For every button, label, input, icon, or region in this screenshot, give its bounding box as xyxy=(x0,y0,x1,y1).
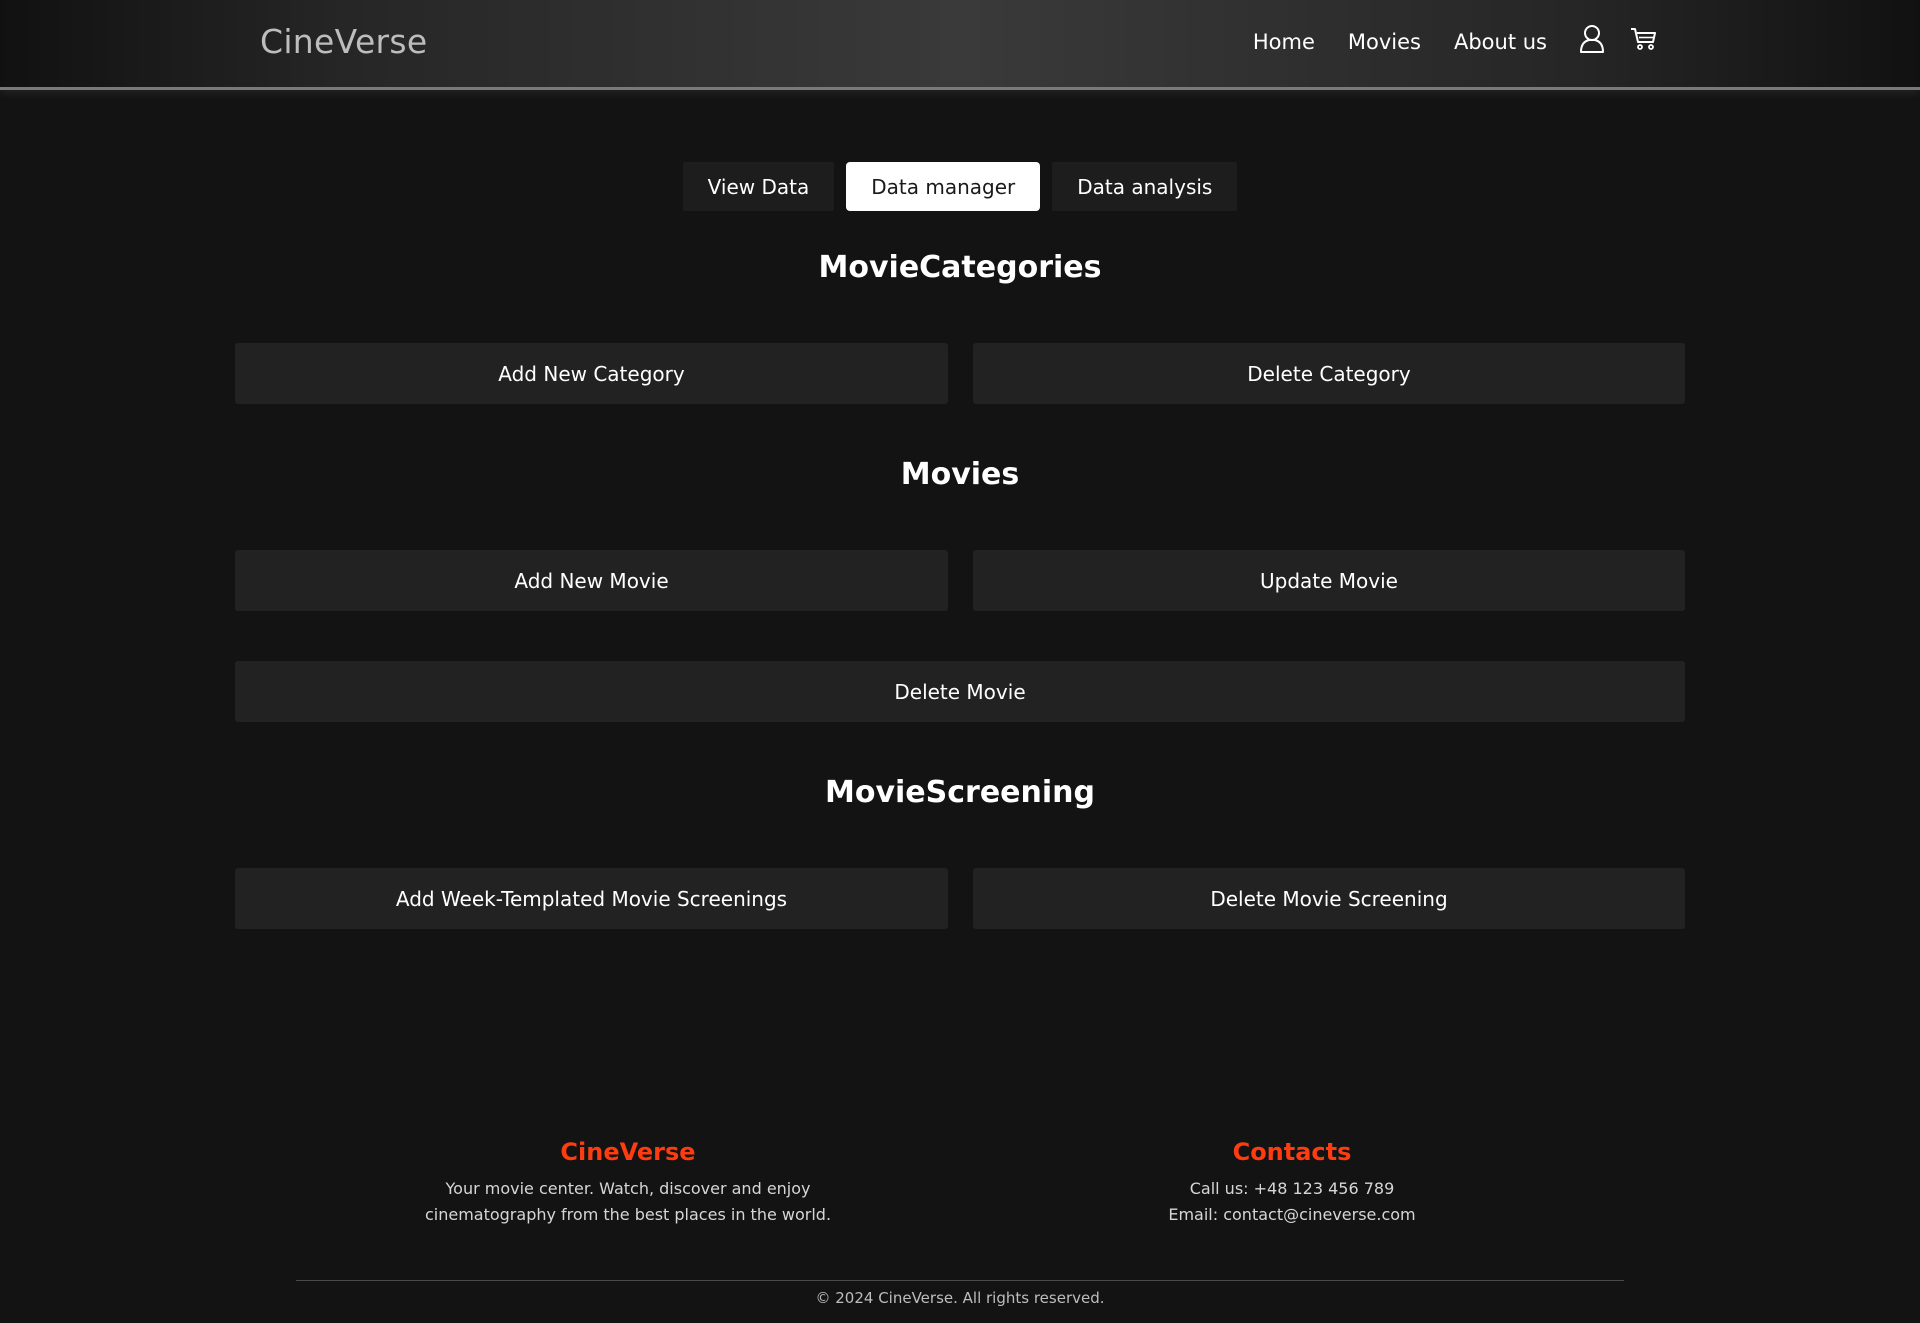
tab-view-data[interactable]: View Data xyxy=(682,162,835,211)
section-title-screening: MovieScreening xyxy=(825,775,1095,810)
section-title-movies: Movies xyxy=(900,457,1020,492)
nav-home-link[interactable]: Home xyxy=(1253,30,1315,54)
tab-data-manager[interactable]: Data manager xyxy=(846,162,1041,211)
footer-brand-text-1: Your movie center. Watch, discover and e… xyxy=(445,1179,811,1198)
user-icon[interactable] xyxy=(1579,24,1605,58)
site-header: CineVerse Home Movies About us xyxy=(0,0,1920,90)
tab-data-analysis[interactable]: Data analysis xyxy=(1052,162,1238,211)
footer-phone: Call us: +48 123 456 789 xyxy=(1189,1179,1395,1198)
add-screenings-button[interactable]: Add Week-Templated Movie Screenings xyxy=(235,868,948,929)
footer-contacts-title: Contacts xyxy=(1232,1138,1352,1166)
footer-divider xyxy=(296,1280,1624,1281)
footer-brand: CineVerse Your movie center. Watch, disc… xyxy=(378,1138,878,1228)
site-logo[interactable]: CineVerse xyxy=(260,22,428,61)
main-nav: Home Movies About us xyxy=(1253,30,1547,54)
section-title-categories: MovieCategories xyxy=(818,250,1102,285)
nav-about-link[interactable]: About us xyxy=(1454,30,1547,54)
footer-brand-title: CineVerse xyxy=(560,1138,696,1166)
add-movie-button[interactable]: Add New Movie xyxy=(235,550,948,611)
footer-email: Email: contact@cineverse.com xyxy=(1168,1205,1416,1224)
header-icons xyxy=(1579,24,1658,58)
data-tabs: View Data Data manager Data analysis xyxy=(0,162,1920,211)
footer-contacts: Contacts Call us: +48 123 456 789 Email:… xyxy=(1042,1138,1542,1228)
cart-icon[interactable] xyxy=(1630,24,1658,58)
delete-category-button[interactable]: Delete Category xyxy=(973,343,1685,404)
add-category-button[interactable]: Add New Category xyxy=(235,343,948,404)
footer-brand-text-2: cinematography from the best places in t… xyxy=(424,1205,832,1224)
nav-movies-link[interactable]: Movies xyxy=(1348,30,1421,54)
update-movie-button[interactable]: Update Movie xyxy=(973,550,1685,611)
delete-screening-button[interactable]: Delete Movie Screening xyxy=(973,868,1685,929)
copyright-text: © 2024 CineVerse. All rights reserved. xyxy=(815,1289,1105,1307)
delete-movie-button[interactable]: Delete Movie xyxy=(235,661,1685,722)
